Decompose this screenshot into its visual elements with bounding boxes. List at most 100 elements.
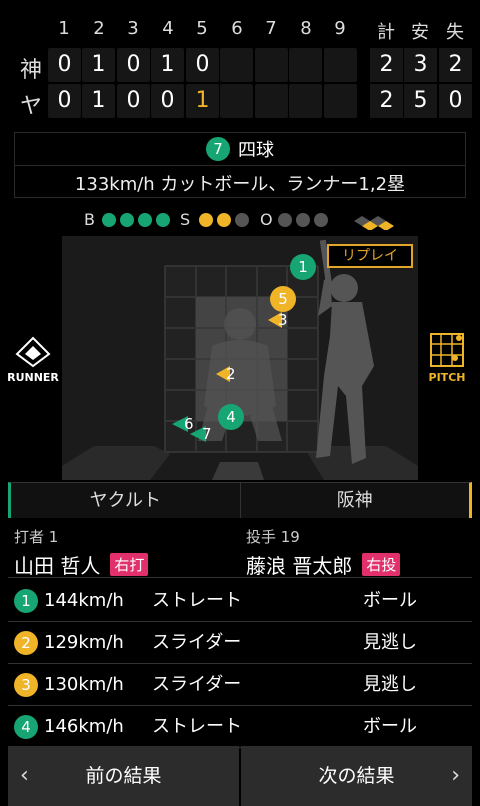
- tab-yakult[interactable]: ヤクルト: [8, 482, 240, 518]
- batter-info: 打者 1 山田 哲人 右打: [14, 526, 149, 579]
- pitch-number-badge: 1: [14, 589, 38, 613]
- pitch-type: ストレート: [152, 716, 242, 737]
- pitch-number-badge: 4: [14, 715, 38, 739]
- strikes-label: S: [180, 210, 191, 229]
- pitch-speed: 146km/h: [44, 716, 124, 737]
- team-label: ヤ: [19, 94, 42, 119]
- out-dot: [278, 213, 292, 227]
- pitch-result: ボール: [363, 590, 417, 611]
- strike-dot: [217, 213, 231, 227]
- ball-dot: [120, 213, 134, 227]
- inning-score: [255, 48, 288, 82]
- inning-score: 0: [186, 48, 219, 82]
- inning-score: [220, 48, 253, 82]
- team-tabs: ヤクルト 阪神: [8, 482, 472, 518]
- inning-score: 0: [151, 84, 184, 118]
- batter-box-left: [62, 446, 170, 480]
- balls-label: B: [84, 210, 95, 229]
- list-item: 4 146km/h ストレート ボール: [8, 706, 472, 748]
- pitch-number-badge: 3: [14, 673, 38, 697]
- inning-score: [289, 84, 322, 118]
- pitch-marker: 5: [270, 286, 296, 312]
- total-runs: 2: [370, 84, 403, 118]
- pitch-marker-triangle: 2: [214, 364, 240, 384]
- pitch-marker: 1: [290, 254, 316, 280]
- pitch-location-panel: 1 5 3 2 4 6 7 RUNNER PITCH: [0, 236, 480, 480]
- inning-header: 6: [231, 18, 243, 39]
- pitcher-info: 投手 19 藤浪 晋太郎 右投: [246, 526, 401, 579]
- prev-result-button[interactable]: ‹ 前の結果: [8, 746, 239, 806]
- pitcher-name-row: 藤浪 晋太郎 右投: [246, 550, 401, 579]
- inning-score-current: 1: [186, 84, 219, 118]
- ball-dot: [102, 213, 116, 227]
- batter-role: 打者 1: [14, 528, 59, 546]
- total-errors: 0: [439, 84, 472, 118]
- chevron-right-icon: ›: [451, 763, 460, 788]
- next-result-button[interactable]: 次の結果 ›: [241, 746, 472, 806]
- pitch-number-badge: 2: [14, 631, 38, 655]
- pitcher-name: 藤浪 晋太郎: [246, 554, 353, 578]
- pitch-speed: 129km/h: [44, 632, 124, 653]
- total-runs-header: 計: [377, 22, 395, 43]
- at-bat-result: 7 四球 133km/h カットボール、ランナー1,2塁: [14, 132, 466, 198]
- next-result-label: 次の結果: [318, 765, 395, 787]
- batter-name-row: 山田 哲人 右打: [14, 550, 149, 579]
- prev-result-label: 前の結果: [85, 765, 162, 787]
- pitch-result: 見逃し: [363, 674, 417, 695]
- total-runs: 2: [370, 48, 403, 82]
- batter-name: 山田 哲人: [14, 554, 101, 578]
- inning-score: [289, 48, 322, 82]
- diamond-icon: [15, 336, 51, 368]
- pitch-marker-triangle: 3: [266, 310, 292, 330]
- batter-hand-badge: 右打: [110, 553, 149, 576]
- strike-zone-chart: [62, 239, 418, 480]
- team-label: 神: [19, 58, 42, 83]
- inning-score: 0: [117, 48, 150, 82]
- inning-score: 0: [117, 84, 150, 118]
- pitch-marker-triangle: 7: [188, 424, 216, 444]
- inning-header: 4: [162, 18, 174, 39]
- replay-button[interactable]: リプレイ: [327, 244, 413, 268]
- ball-dot: [156, 213, 170, 227]
- out-dot: [296, 213, 310, 227]
- inning-score: 1: [82, 48, 115, 82]
- pitch-grid-icon: [430, 333, 464, 367]
- inning-header: 9: [334, 18, 346, 39]
- list-item: 2 129km/h スライダー 見逃し: [8, 622, 472, 664]
- inning-score: [324, 84, 357, 118]
- inning-score: 1: [151, 48, 184, 82]
- inning-header: 1: [58, 18, 70, 39]
- ball-dot: [138, 213, 152, 227]
- pitcher-hand-badge: 右投: [362, 553, 401, 576]
- inning-header: 5: [196, 18, 208, 39]
- pitch-marker-label: 3: [278, 311, 288, 329]
- total-hits-header: 安: [411, 22, 429, 43]
- pitch-number-badge: 7: [206, 137, 230, 161]
- result-navigation: ‹ 前の結果 次の結果 ›: [8, 746, 472, 806]
- list-item: 1 144km/h ストレート ボール: [8, 580, 472, 622]
- runner-label: RUNNER: [7, 371, 59, 384]
- inning-score: 1: [82, 84, 115, 118]
- total-hits: 5: [404, 84, 437, 118]
- pitch-toggle[interactable]: PITCH: [424, 332, 470, 384]
- home-plate: [212, 462, 264, 480]
- inning-header: 7: [265, 18, 277, 39]
- inning-score: 0: [48, 48, 81, 82]
- tab-hanshin[interactable]: 阪神: [239, 482, 472, 518]
- total-errors-header: 失: [446, 22, 464, 43]
- total-errors: 2: [439, 48, 472, 82]
- runner-toggle[interactable]: RUNNER: [4, 336, 62, 384]
- inning-score: [324, 48, 357, 82]
- matchup: 打者 1 山田 哲人 右打 投手 19 藤浪 晋太郎 右投: [8, 520, 472, 578]
- ball-strike-out-count: B S O: [0, 210, 480, 232]
- chevron-left-icon: ‹: [20, 763, 29, 788]
- pitcher-role: 投手 19: [246, 528, 300, 546]
- pitch-speed: 130km/h: [44, 674, 124, 695]
- scoreboard: 1 2 3 4 5 6 7 8 9 計 安 失 神 0 1 0 1 0 2 3 …: [0, 0, 480, 128]
- inning-score: [255, 84, 288, 118]
- inning-score: [220, 84, 253, 118]
- inning-score: 0: [48, 84, 81, 118]
- pitch-marker: 4: [218, 404, 244, 430]
- pitch-label: PITCH: [428, 371, 466, 384]
- pitch-type: ストレート: [152, 590, 242, 611]
